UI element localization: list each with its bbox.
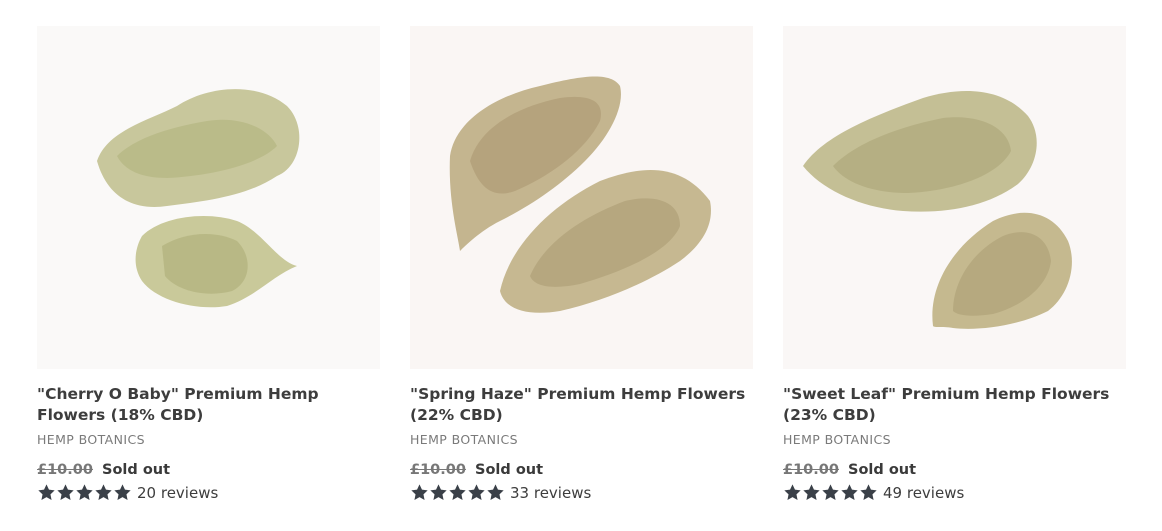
star-icon: [449, 484, 466, 500]
rating-row: 20 reviews: [37, 483, 380, 502]
product-card[interactable]: "Sweet Leaf" Premium Hemp Flowers (23% C…: [783, 26, 1126, 502]
star-icon: [411, 484, 428, 500]
star-icon: [841, 484, 858, 500]
rating-row: 49 reviews: [783, 483, 1126, 502]
star-icon: [803, 484, 820, 500]
price-row: £10.00 Sold out: [410, 460, 753, 480]
star-icon: [57, 484, 74, 500]
star-icon: [784, 484, 801, 500]
product-vendor: HEMP BOTANICS: [410, 432, 518, 447]
rating-row: 33 reviews: [410, 483, 753, 502]
regular-price: £10.00: [783, 462, 839, 478]
star-icon: [38, 484, 55, 500]
product-image[interactable]: [37, 26, 380, 369]
sold-out-badge: Sold out: [848, 462, 917, 478]
star-rating: [783, 483, 878, 502]
star-icon: [95, 484, 112, 500]
product-title[interactable]: "Sweet Leaf" Premium Hemp Flowers (23% C…: [783, 384, 1133, 426]
product-card[interactable]: "Spring Haze" Premium Hemp Flowers (22% …: [410, 26, 753, 502]
sold-out-badge: Sold out: [102, 462, 171, 478]
product-title[interactable]: "Cherry O Baby" Premium Hemp Flowers (18…: [37, 384, 387, 426]
star-icon: [430, 484, 447, 500]
product-vendor: HEMP BOTANICS: [783, 432, 891, 447]
price-row: £10.00 Sold out: [37, 460, 380, 480]
regular-price: £10.00: [410, 462, 466, 478]
regular-price: £10.00: [37, 462, 93, 478]
star-icon: [822, 484, 839, 500]
product-card[interactable]: "Cherry O Baby" Premium Hemp Flowers (18…: [37, 26, 380, 502]
product-image[interactable]: [410, 26, 753, 369]
star-icon: [114, 484, 131, 500]
product-image[interactable]: [783, 26, 1126, 369]
review-count[interactable]: 33 reviews: [510, 484, 591, 502]
star-icon: [468, 484, 485, 500]
star-icon: [76, 484, 93, 500]
star-icon: [487, 484, 504, 500]
review-count[interactable]: 20 reviews: [137, 484, 218, 502]
sold-out-badge: Sold out: [475, 462, 544, 478]
star-rating: [37, 483, 132, 502]
product-vendor: HEMP BOTANICS: [37, 432, 145, 447]
price-row: £10.00 Sold out: [783, 460, 1126, 480]
product-grid: "Cherry O Baby" Premium Hemp Flowers (18…: [0, 0, 1162, 531]
review-count[interactable]: 49 reviews: [883, 484, 964, 502]
product-title[interactable]: "Spring Haze" Premium Hemp Flowers (22% …: [410, 384, 760, 426]
star-rating: [410, 483, 505, 502]
star-icon: [860, 484, 877, 500]
